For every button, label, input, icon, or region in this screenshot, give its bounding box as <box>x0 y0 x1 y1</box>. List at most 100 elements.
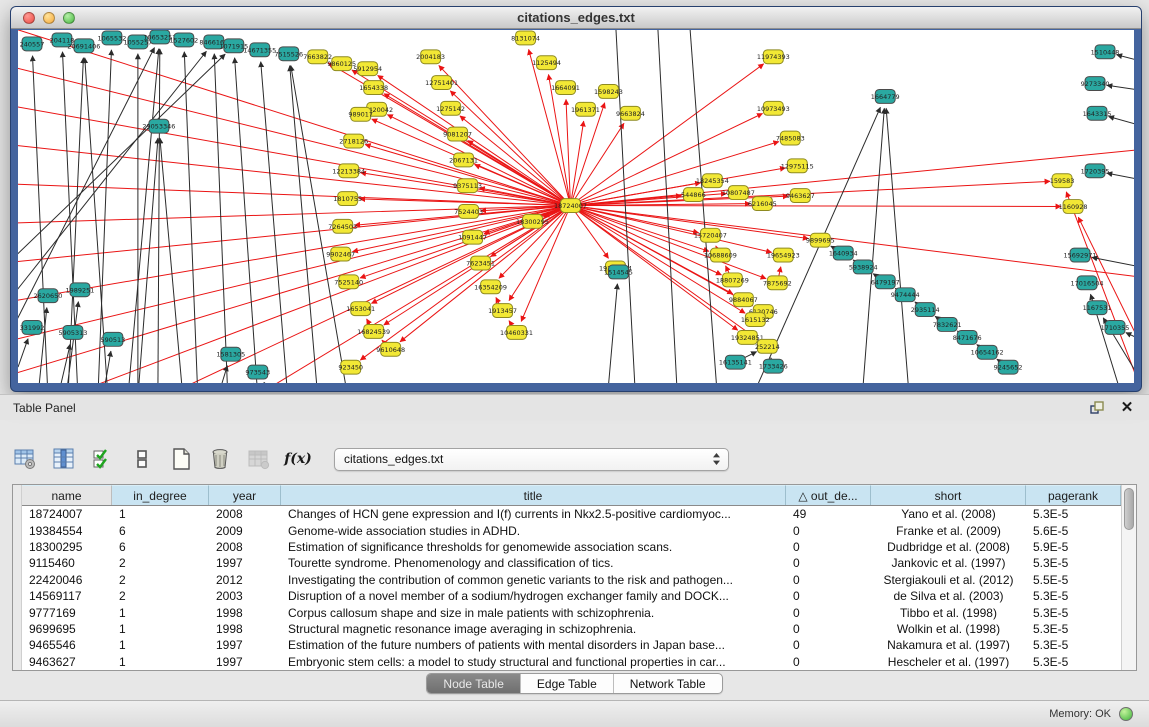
network-node[interactable]: 8131074 <box>511 31 540 45</box>
network-node[interactable]: 16135141 <box>719 355 752 369</box>
table-row[interactable]: 911546021997Tourette syndrome. Phenomeno… <box>22 555 1121 571</box>
network-node[interactable]: 9273340 <box>1081 77 1110 91</box>
network-node[interactable]: 9463627 <box>786 189 815 203</box>
window-titlebar[interactable]: citations_edges.txt <box>11 7 1141 29</box>
network-node[interactable]: 989017 <box>348 107 373 121</box>
column-header-title[interactable]: title <box>281 485 786 505</box>
network-node[interactable]: 544866 <box>681 188 706 202</box>
network-node[interactable]: 7264503 <box>328 219 357 233</box>
network-node[interactable]: 9474444 <box>891 288 920 302</box>
network-node[interactable]: 1167531 <box>1083 301 1112 315</box>
table-selector-dropdown[interactable]: citations_edges.txt <box>334 448 729 471</box>
network-node[interactable]: 1510448 <box>1091 45 1120 59</box>
scrollbar-thumb[interactable] <box>1124 488 1134 530</box>
network-node[interactable]: 12975115 <box>781 159 814 173</box>
network-node[interactable]: 1810755 <box>333 192 362 206</box>
network-node[interactable]: 1733426 <box>759 359 788 373</box>
table-row[interactable]: 969969511998Structural magnetic resonanc… <box>22 621 1121 637</box>
network-node[interactable]: 1125494 <box>532 56 561 70</box>
network-node[interactable]: 159583 <box>1050 174 1075 188</box>
network-node[interactable]: 1989251 <box>66 283 95 297</box>
column-header-name[interactable]: name <box>22 485 112 505</box>
network-node[interactable]: 19654923 <box>767 248 800 262</box>
table-row[interactable]: 1456911722003Disruption of a novel membe… <box>22 588 1121 604</box>
network-node[interactable]: 331992 <box>20 321 45 335</box>
column-header-short[interactable]: short <box>871 485 1026 505</box>
network-node[interactable]: 10460331 <box>500 325 533 339</box>
network-node[interactable]: 7525140 <box>334 275 363 289</box>
column-header-in_degree[interactable]: in_degree <box>112 485 209 505</box>
network-node[interactable]: 6216045 <box>748 197 777 211</box>
network-node[interactable]: 7485083 <box>776 131 805 145</box>
table-row[interactable]: 1938455462009Genome-wide association stu… <box>22 522 1121 538</box>
network-node[interactable]: 11974393 <box>757 50 790 64</box>
network-node[interactable]: 7515526 <box>274 47 303 61</box>
network-node[interactable]: 9245652 <box>994 360 1023 374</box>
network-node[interactable]: 240557 <box>20 37 45 51</box>
table-row[interactable]: 2242004622012Investigating the contribut… <box>22 572 1121 588</box>
network-node[interactable]: 7875692 <box>763 276 792 290</box>
float-panel-icon[interactable] <box>1089 400 1105 416</box>
network-node[interactable]: 6479197 <box>871 275 900 289</box>
network-node[interactable]: 1065532 <box>97 31 126 45</box>
network-node[interactable]: 10973493 <box>757 101 790 115</box>
network-node[interactable]: 1275142 <box>436 101 465 115</box>
network-node[interactable]: 590513 <box>101 332 126 346</box>
table-mode-icon[interactable] <box>12 446 38 472</box>
tab-network-table[interactable]: Network Table <box>614 674 722 693</box>
network-node[interactable]: 1581305 <box>216 347 245 361</box>
network-node[interactable]: 16824539 <box>357 324 390 338</box>
tab-edge-table[interactable]: Edge Table <box>521 674 614 693</box>
network-node[interactable]: 2935114 <box>911 303 940 317</box>
network-node[interactable]: 7832621 <box>933 318 962 332</box>
network-node[interactable]: 15720407 <box>694 228 727 242</box>
network-node[interactable]: 7623451 <box>466 256 495 270</box>
network-node[interactable]: 10654162 <box>971 345 1004 359</box>
row-height-icon[interactable] <box>129 446 155 472</box>
network-node[interactable]: 1720395 <box>1081 164 1110 178</box>
function-builder-icon[interactable]: f(x) <box>285 446 311 472</box>
network-node[interactable]: 8471676 <box>953 330 982 344</box>
network-canvas[interactable]: 2405572041182069140610655321055257106532… <box>18 30 1134 383</box>
network-node[interactable]: 2620650 <box>34 289 63 303</box>
show-columns-icon[interactable] <box>51 446 77 472</box>
network-node[interactable]: 1653041 <box>346 302 375 316</box>
import-table-icon[interactable] <box>246 446 272 472</box>
network-node[interactable]: 10688609 <box>704 248 737 262</box>
network-node[interactable]: 1710355 <box>1101 321 1130 335</box>
network-node[interactable]: 2004183 <box>416 50 445 64</box>
table-row[interactable]: 1830029562008Estimation of significance … <box>22 539 1121 555</box>
column-header-year[interactable]: year <box>209 485 281 505</box>
table-row[interactable]: 1872400712008Changes of HCN gene express… <box>22 506 1121 522</box>
network-node[interactable]: 1961371 <box>571 102 600 116</box>
column-header-pagerank[interactable]: pagerank <box>1026 485 1121 505</box>
table-row[interactable]: 946554611997Estimation of the future num… <box>22 637 1121 653</box>
tab-node-table[interactable]: Node Table <box>427 674 521 693</box>
network-node[interactable]: 5938924 <box>849 260 878 274</box>
new-column-icon[interactable] <box>168 446 194 472</box>
network-node[interactable]: 29053346 <box>142 119 175 133</box>
network-node[interactable]: 9610648 <box>376 342 405 356</box>
table-scrollbar[interactable] <box>1121 485 1136 670</box>
column-header-out_degree[interactable]: △ out_de... <box>786 485 871 505</box>
network-node[interactable]: 1643315 <box>1083 106 1112 120</box>
network-node[interactable]: 1664779 <box>871 89 900 103</box>
network-node[interactable]: 1640934 <box>829 246 858 260</box>
network-node[interactable]: 12213384 <box>332 164 365 178</box>
network-node[interactable]: 12751401 <box>425 76 458 90</box>
network-node[interactable]: 923450 <box>338 360 363 374</box>
select-rows-icon[interactable] <box>90 446 116 472</box>
network-node[interactable]: 1160928 <box>1059 200 1088 214</box>
network-node[interactable]: 1913457 <box>488 304 517 318</box>
network-node[interactable]: 1664091 <box>551 81 580 95</box>
table-row[interactable]: 977716911998Corpus callosum shape and si… <box>22 604 1121 620</box>
table-row[interactable]: 946362711997Embryonic stem cells: a mode… <box>22 654 1121 670</box>
network-node[interactable]: 16354209 <box>474 280 507 294</box>
network-node[interactable]: 7524403 <box>454 205 483 219</box>
network-node[interactable]: 252214 <box>755 339 780 353</box>
network-node[interactable]: 2718126 <box>339 134 368 148</box>
close-panel-icon[interactable]: ✕ <box>1119 400 1135 416</box>
network-node[interactable]: 973543 <box>245 365 270 379</box>
delete-icon[interactable] <box>207 446 233 472</box>
network-node[interactable]: 1654338 <box>359 81 388 95</box>
